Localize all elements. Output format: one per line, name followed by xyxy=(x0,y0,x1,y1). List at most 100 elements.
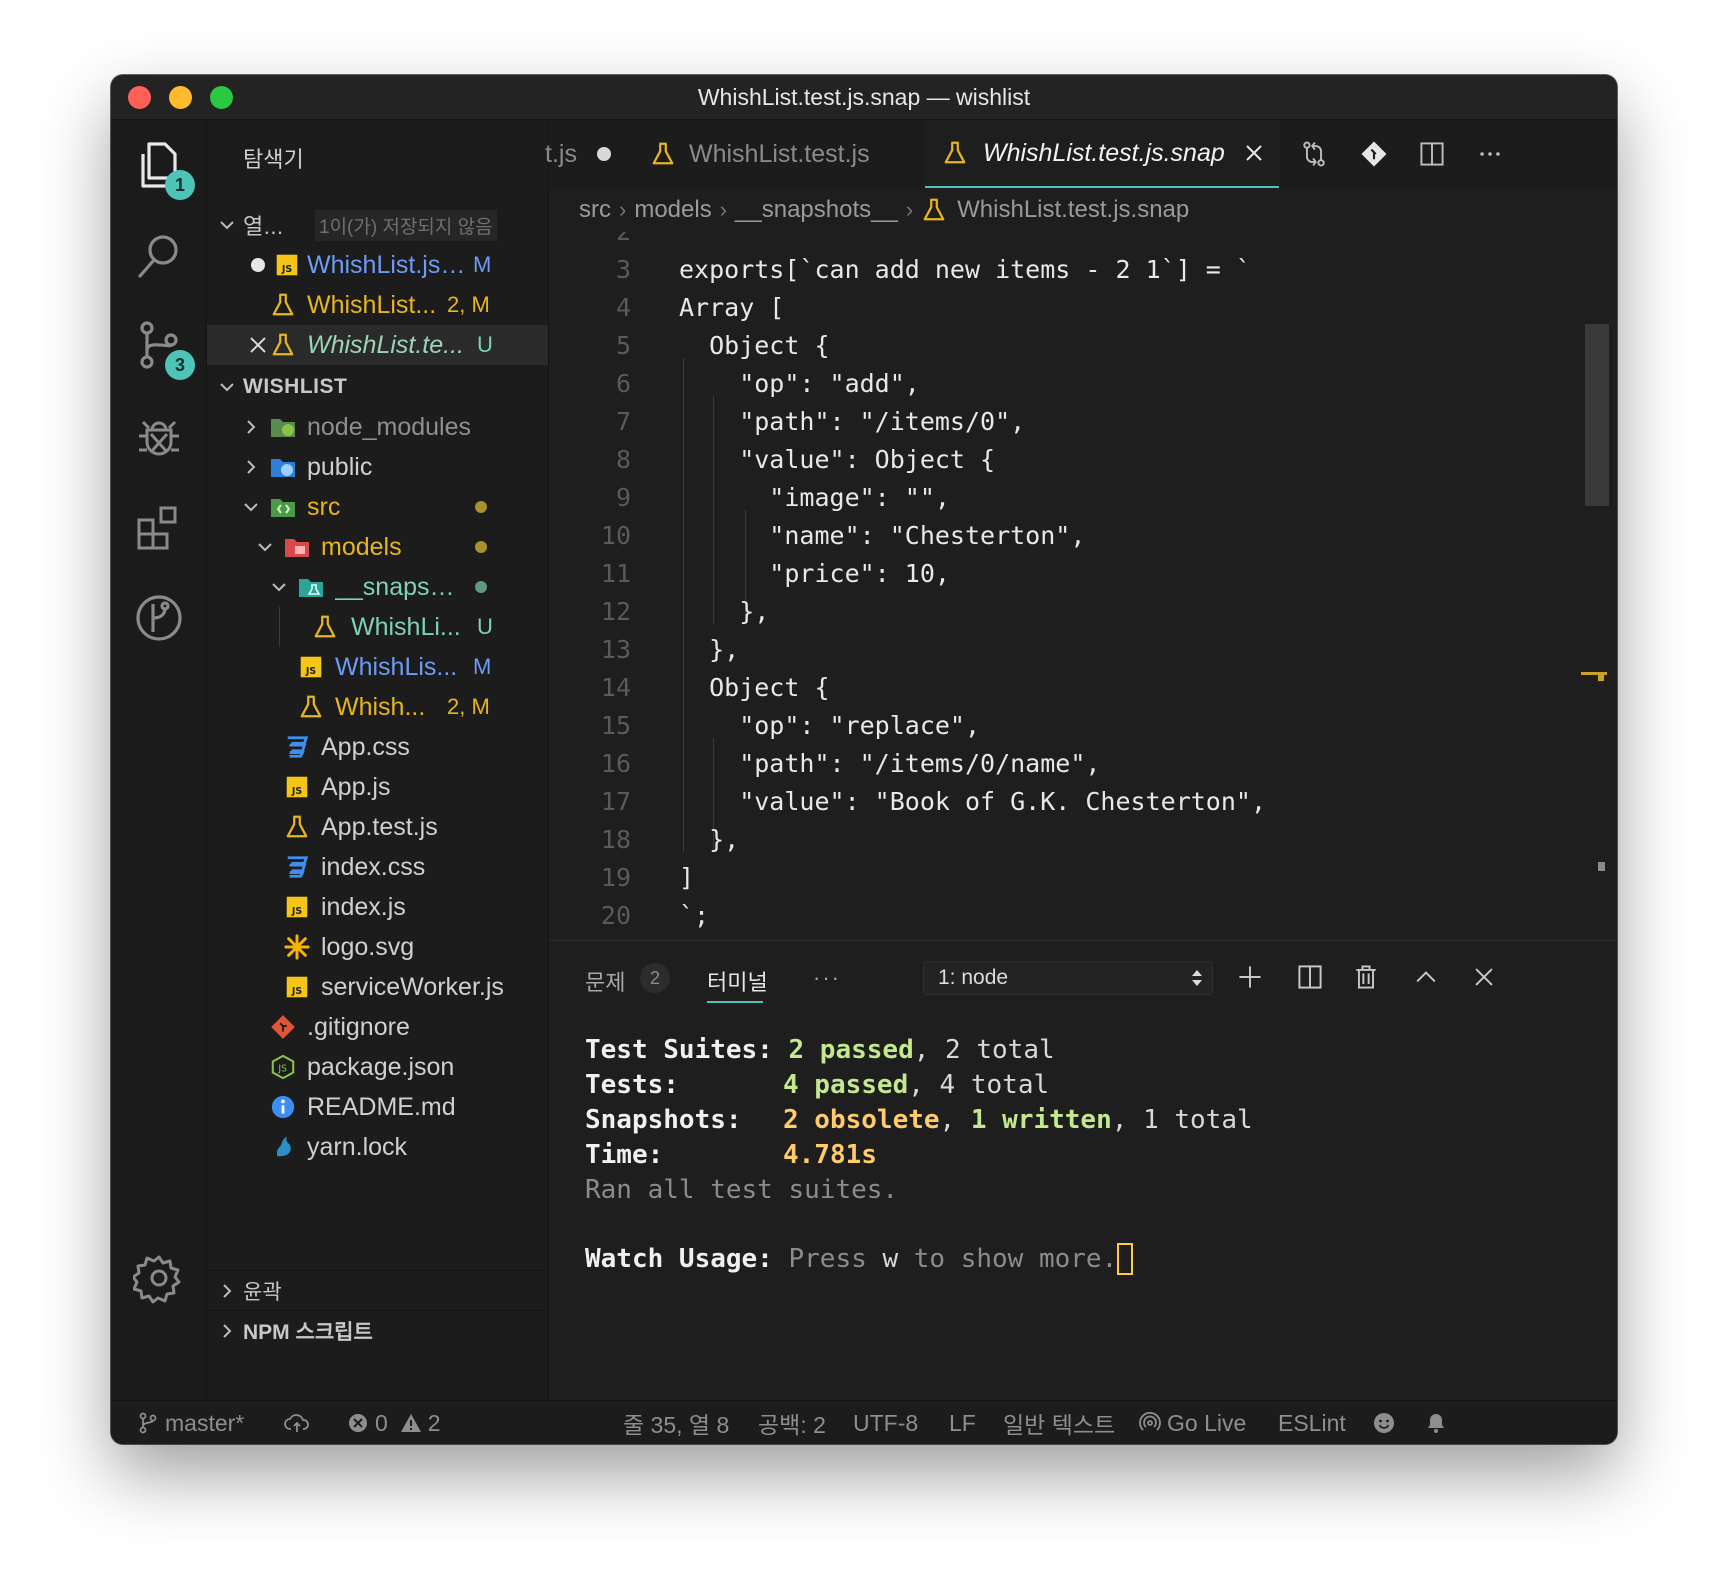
branch-indicator[interactable]: master* xyxy=(137,1401,244,1444)
tree-file[interactable]: logo.svg xyxy=(207,927,548,967)
eol-text: LF xyxy=(949,1409,976,1436)
node-folder-icon xyxy=(269,413,297,441)
editor-tab-bar: t.js WhishList.test.js WhishList.test.js… xyxy=(545,120,1617,188)
tree-file[interactable]: JS App.js xyxy=(207,767,548,807)
tree-folder[interactable]: __snapsh... xyxy=(207,567,548,607)
cursor-position[interactable]: 줄 35, 열 8 xyxy=(623,1401,729,1444)
compare-changes-icon[interactable] xyxy=(1297,137,1331,171)
line-number: 11 xyxy=(600,558,631,588)
settings-gear-icon[interactable] xyxy=(131,1250,187,1306)
error-icon xyxy=(349,1414,367,1432)
breadcrumb-item[interactable]: __snapshots__ xyxy=(735,196,898,224)
breadcrumb-item[interactable]: models xyxy=(634,196,711,224)
activity-bar: 1 3 xyxy=(111,120,207,1400)
open-editor-item[interactable]: WhishList... 2, M xyxy=(207,285,548,325)
tree-item-name: App.test.js xyxy=(321,812,438,841)
source-control-icon[interactable]: 3 xyxy=(131,318,195,380)
go-live-button[interactable]: Go Live xyxy=(1139,1401,1246,1444)
tree-folder[interactable]: models xyxy=(207,527,548,567)
tree-file[interactable]: README.md xyxy=(207,1087,548,1127)
eslint-status[interactable]: ESLint xyxy=(1278,1401,1346,1444)
minimize-window-button[interactable] xyxy=(169,86,192,109)
tree-file[interactable]: JS serviceWorker.js xyxy=(207,967,548,1007)
open-editors-section-header[interactable]: 열... 1이(가) 저장되지 않음 xyxy=(207,205,548,245)
tree-folder[interactable]: node_modules xyxy=(207,407,548,447)
tab-whishlist-test-js[interactable]: WhishList.test.js xyxy=(635,120,915,188)
gitlens-icon[interactable] xyxy=(131,590,187,646)
terminal-label: Time: xyxy=(585,1140,664,1170)
close-icon[interactable] xyxy=(1245,144,1263,162)
tab-whishlist-js[interactable]: t.js xyxy=(545,120,629,188)
line-text: "value": "Book of G.K. Chesterton", xyxy=(679,786,1266,816)
open-editor-item-active[interactable]: WhishList.te... U xyxy=(207,325,548,365)
language-mode[interactable]: 일반 텍스트 xyxy=(1003,1401,1115,1444)
line-number: 15 xyxy=(600,710,631,740)
new-terminal-icon[interactable] xyxy=(1233,960,1267,994)
chevron-right-icon: › xyxy=(905,197,914,222)
test-flask-icon xyxy=(269,331,297,359)
info-icon xyxy=(269,1093,297,1121)
tab-terminal[interactable]: 터미널 xyxy=(707,965,768,997)
tree-file[interactable]: JS index.js xyxy=(207,887,548,927)
tree-folder[interactable]: src xyxy=(207,487,548,527)
breadcrumb-item[interactable]: src xyxy=(579,196,611,224)
tree-file[interactable]: yarn.lock xyxy=(207,1127,548,1167)
editor-scrollbar[interactable] xyxy=(1585,324,1609,506)
tree-file[interactable]: App.css xyxy=(207,727,548,767)
code-line: 8 "value": Object { xyxy=(549,440,1549,478)
sync-button[interactable] xyxy=(283,1401,311,1444)
chevron-right-icon: › xyxy=(719,197,728,222)
tree-item-name: README.md xyxy=(307,1092,456,1121)
encoding[interactable]: UTF-8 xyxy=(853,1401,918,1444)
search-icon[interactable] xyxy=(131,228,187,284)
unsaved-note: 1이(가) 저장되지 않음 xyxy=(315,209,497,241)
tree-folder[interactable]: public xyxy=(207,447,548,487)
close-panel-icon[interactable] xyxy=(1467,960,1501,994)
breadcrumb-item[interactable]: WhishList.test.js.snap xyxy=(957,196,1189,224)
tree-file[interactable]: App.test.js xyxy=(207,807,548,847)
indentation[interactable]: 공백: 2 xyxy=(758,1401,826,1444)
problems-indicator[interactable]: 0 2 xyxy=(347,1401,441,1444)
feedback-button[interactable] xyxy=(1373,1401,1395,1444)
end-of-line[interactable]: LF xyxy=(949,1401,976,1444)
split-editor-icon[interactable] xyxy=(1415,137,1449,171)
tree-file[interactable]: Whish... 2, M xyxy=(207,687,548,727)
tab-problems[interactable]: 문제 xyxy=(585,965,625,997)
maximize-panel-icon[interactable] xyxy=(1409,960,1443,994)
test-flask-icon xyxy=(941,139,969,167)
extensions-icon[interactable] xyxy=(131,500,187,556)
tree-item-name: yarn.lock xyxy=(307,1132,408,1161)
project-section-header[interactable]: WISHLIST xyxy=(207,367,548,407)
line-text: Object { xyxy=(679,672,830,702)
eslint-text: ESLint xyxy=(1278,1409,1346,1436)
tree-file[interactable]: .gitignore xyxy=(207,1007,548,1047)
code-editor[interactable]: 2 3 exports[`can add new items - 2 1`] = … xyxy=(549,232,1617,940)
zoom-window-button[interactable] xyxy=(210,86,233,109)
terminal-line: Watch Usage: Press w to show more. xyxy=(585,1242,1134,1276)
explorer-icon[interactable]: 1 xyxy=(131,138,195,200)
tab-whishlist-test-js-snap[interactable]: WhishList.test.js.snap xyxy=(925,120,1279,188)
debug-icon[interactable] xyxy=(131,410,187,466)
more-actions-icon[interactable] xyxy=(1473,137,1507,171)
tree-file[interactable]: index.css xyxy=(207,847,548,887)
close-icon[interactable] xyxy=(249,336,267,354)
more-panels-button[interactable]: ··· xyxy=(813,965,841,991)
git-diff-icon[interactable] xyxy=(1357,137,1391,171)
terminal-select[interactable]: 1: node xyxy=(923,961,1213,995)
outline-section-header[interactable]: 윤곽 xyxy=(207,1270,548,1310)
npm-scripts-section-header[interactable]: NPM 스크립트 xyxy=(207,1310,548,1350)
terminal-line: Snapshots: 2 obsolete, 1 written, 1 total xyxy=(585,1105,1253,1135)
close-window-button[interactable] xyxy=(128,86,151,109)
line-number: 20 xyxy=(600,900,631,930)
models-folder-icon xyxy=(283,533,311,561)
tree-file[interactable]: WhishLi... U xyxy=(207,607,548,647)
terminal-label: Tests: xyxy=(585,1070,679,1100)
tree-file[interactable]: JS package.json xyxy=(207,1047,548,1087)
open-editor-item[interactable]: JS WhishList.js ... M xyxy=(207,245,548,285)
split-terminal-icon[interactable] xyxy=(1293,960,1327,994)
trash-icon[interactable] xyxy=(1349,960,1383,994)
tree-file[interactable]: JS WhishLis... M xyxy=(207,647,548,687)
notifications-button[interactable] xyxy=(1425,1401,1447,1444)
explorer-badge: 1 xyxy=(165,170,195,200)
status-bar: master* 0 2 줄 35, 열 8 공백: 2 UTF-8 LF 일반 … xyxy=(111,1400,1617,1444)
